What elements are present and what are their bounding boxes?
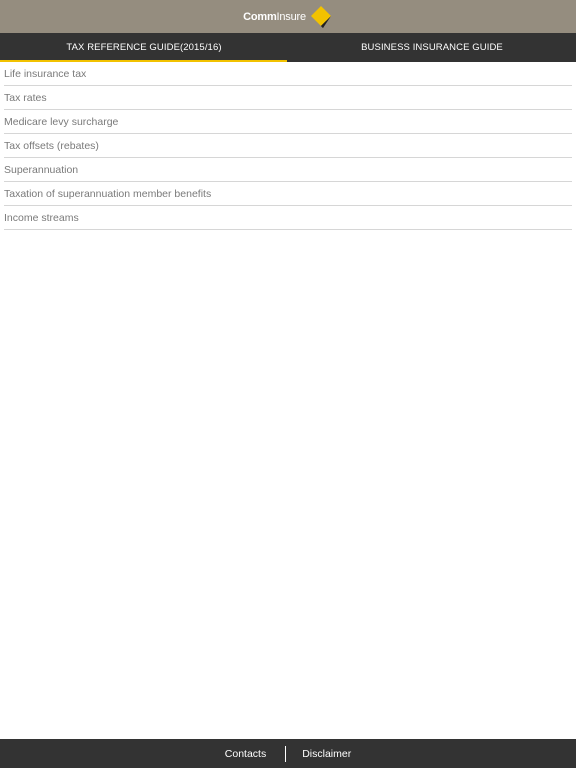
list-item-tax-rates[interactable]: Tax rates [4, 86, 572, 110]
contacts-link[interactable]: Contacts [225, 748, 266, 760]
list-item-income-streams[interactable]: Income streams [4, 206, 572, 230]
list-item-life-insurance-tax[interactable]: Life insurance tax [4, 62, 572, 86]
disclaimer-link[interactable]: Disclaimer [302, 748, 351, 760]
footer-bar: Contacts Disclaimer [0, 739, 576, 768]
app-window: CommInsure TAX REFERENCE GUIDE(2015/16) … [0, 0, 576, 768]
diamond-logo-icon [310, 5, 331, 28]
logo-wordmark-bold: Comm [243, 10, 277, 23]
tab-bar: TAX REFERENCE GUIDE(2015/16) BUSINESS IN… [0, 33, 576, 62]
logo-wordmark-light: Insure [276, 10, 307, 23]
logo-wordmark: CommInsure [243, 11, 306, 23]
list-item-taxation-of-super-benefits[interactable]: Taxation of superannuation member benefi… [4, 182, 572, 206]
list-item-medicare-levy-surcharge[interactable]: Medicare levy surcharge [4, 110, 572, 134]
list-item-superannuation[interactable]: Superannuation [4, 158, 572, 182]
footer-divider [285, 745, 287, 762]
tab-tax-reference-guide[interactable]: TAX REFERENCE GUIDE(2015/16) [0, 33, 288, 62]
list-item-tax-offsets[interactable]: Tax offsets (rebates) [4, 134, 572, 158]
tab-business-insurance-guide-label: BUSINESS INSURANCE GUIDE [361, 42, 503, 53]
tab-business-insurance-guide[interactable]: BUSINESS INSURANCE GUIDE [288, 33, 576, 62]
tab-tax-reference-guide-label: TAX REFERENCE GUIDE(2015/16) [66, 42, 222, 53]
app-header: CommInsure [0, 0, 576, 33]
comminsure-logo: CommInsure [243, 0, 333, 33]
guide-topic-list: Life insurance tax Tax rates Medicare le… [0, 62, 576, 230]
